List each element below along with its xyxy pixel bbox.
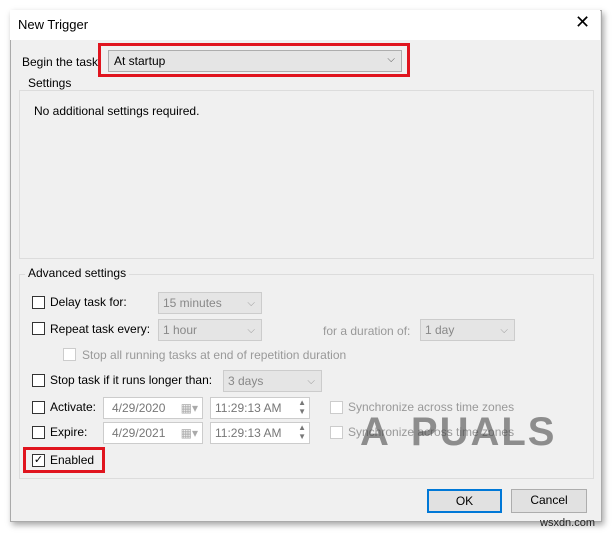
stop-all-label: Stop all running tasks at end of repetit… xyxy=(82,348,347,362)
chevron-down-icon: ⌵ xyxy=(247,298,255,309)
activate-date-picker[interactable]: 4/29/2020 ▦▾ xyxy=(103,397,203,419)
site-watermark: wsxdn.com xyxy=(540,517,596,529)
activate-sync-checkbox[interactable] xyxy=(330,401,343,414)
cancel-button[interactable]: Cancel xyxy=(511,489,587,513)
activate-checkbox[interactable] xyxy=(32,401,45,414)
stop-task-checkbox[interactable] xyxy=(32,374,45,387)
chevron-down-icon: ⌵ xyxy=(247,325,255,336)
spinner-arrows-icon[interactable]: ▲ ▼ xyxy=(298,398,306,416)
expire-checkbox[interactable] xyxy=(32,426,45,439)
delay-checkbox[interactable] xyxy=(32,296,45,309)
enabled-label: Enabled xyxy=(50,453,95,467)
appuals-watermark: A PUALS xyxy=(360,410,557,454)
expire-label: Expire: xyxy=(50,425,88,439)
title-bar xyxy=(10,10,600,40)
chevron-down-icon: ⌵ xyxy=(387,54,395,65)
activate-date: 4/29/2020 xyxy=(112,401,166,415)
window-title: New Trigger xyxy=(18,17,89,32)
expire-time-spinner[interactable]: 11:29:13 AM ▲ ▼ xyxy=(210,422,310,444)
delay-label: Delay task for: xyxy=(50,295,127,309)
expire-sync-checkbox[interactable] xyxy=(330,426,343,439)
settings-label: Settings xyxy=(25,76,75,90)
calendar-icon[interactable]: ▦▾ xyxy=(181,401,198,415)
stop-all-checkbox[interactable] xyxy=(63,348,76,361)
duration-label: for a duration of: xyxy=(323,324,411,338)
enabled-checkbox[interactable]: ✓ xyxy=(32,454,45,467)
activate-label: Activate: xyxy=(50,400,97,414)
spinner-arrows-icon[interactable]: ▲ ▼ xyxy=(298,423,306,441)
checkmark-icon: ✓ xyxy=(33,454,44,466)
begin-task-value: At startup xyxy=(114,54,166,68)
activate-time-spinner[interactable]: 11:29:13 AM ▲ ▼ xyxy=(210,397,310,419)
chevron-down-icon: ⌵ xyxy=(307,376,315,387)
activate-time: 11:29:13 AM xyxy=(215,401,282,415)
stop-task-select[interactable]: 3 days ⌵ xyxy=(223,370,322,392)
expire-date: 4/29/2021 xyxy=(112,426,166,440)
expire-time: 11:29:13 AM xyxy=(215,426,282,440)
repeat-checkbox[interactable] xyxy=(32,322,45,335)
duration-select[interactable]: 1 day ⌵ xyxy=(420,319,515,341)
stop-task-label: Stop task if it runs longer than: xyxy=(50,373,213,387)
settings-message: No additional settings required. xyxy=(34,104,200,118)
close-icon[interactable]: ✕ xyxy=(575,12,590,33)
expire-date-picker[interactable]: 4/29/2021 ▦▾ xyxy=(103,422,203,444)
delay-value: 15 minutes xyxy=(163,296,222,310)
advanced-label: Advanced settings xyxy=(25,266,130,280)
duration-value: 1 day xyxy=(425,323,455,337)
repeat-value: 1 hour xyxy=(163,323,198,337)
delay-select[interactable]: 15 minutes ⌵ xyxy=(158,292,262,314)
begin-task-label: Begin the task: xyxy=(22,55,102,69)
ok-button[interactable]: OK xyxy=(427,489,502,513)
begin-task-select[interactable]: At startup ⌵ xyxy=(108,50,402,72)
chevron-down-icon: ⌵ xyxy=(500,325,508,336)
stop-task-value: 3 days xyxy=(228,374,264,388)
repeat-label: Repeat task every: xyxy=(50,322,151,336)
repeat-select[interactable]: 1 hour ⌵ xyxy=(158,319,262,341)
calendar-icon[interactable]: ▦▾ xyxy=(181,426,198,440)
